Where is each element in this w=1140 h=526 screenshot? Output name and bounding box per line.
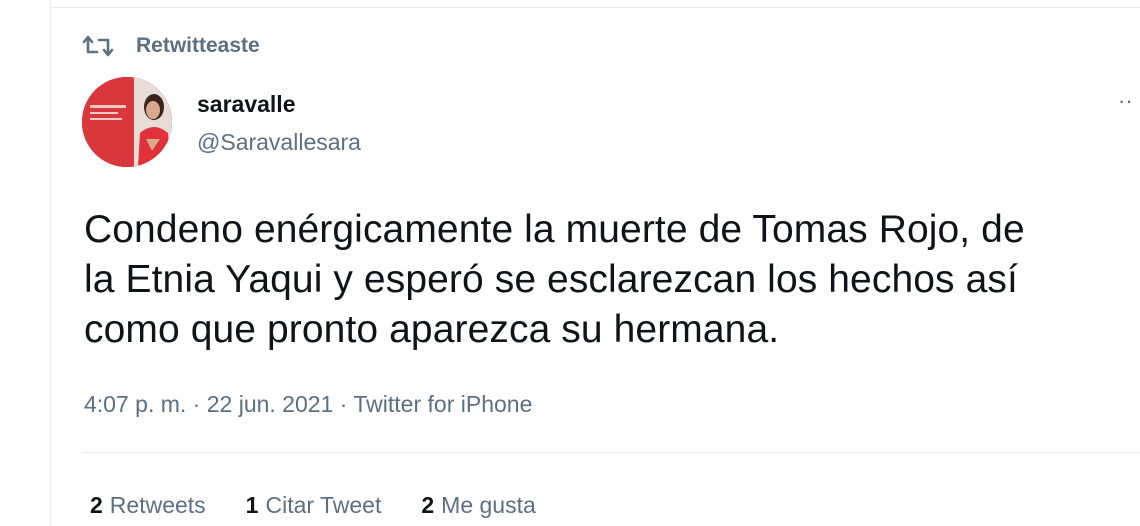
meta-separator: · bbox=[333, 391, 354, 417]
profile-avatar-image bbox=[82, 77, 172, 167]
tweet-date[interactable]: 22 jun. 2021 bbox=[207, 391, 334, 417]
retweet-icon bbox=[82, 31, 114, 61]
meta-separator: · bbox=[186, 391, 207, 417]
stats-divider bbox=[82, 452, 1140, 453]
quotes-label: Citar Tweet bbox=[265, 492, 382, 518]
tweet-metadata: 4:07 p. m. · 22 jun. 2021 · Twitter for … bbox=[84, 391, 532, 418]
retweets-label: Retweets bbox=[109, 492, 206, 518]
tweet-detail-page: Retwitteaste saravalle @Saravallesara ··… bbox=[0, 0, 1140, 526]
tweet-time[interactable]: 4:07 p. m. bbox=[84, 391, 186, 417]
tweet-source: Twitter for iPhone bbox=[353, 391, 533, 417]
likes-label: Me gusta bbox=[441, 492, 536, 518]
top-divider bbox=[50, 7, 1140, 8]
engagement-stats: 2 Retweets 1 Citar Tweet 2 Me gusta bbox=[90, 492, 576, 519]
quotes-count: 1 bbox=[245, 492, 259, 518]
tweet-text: Condeno enérgicamente la muerte de Tomas… bbox=[84, 208, 1025, 351]
likes-count: 2 bbox=[421, 492, 435, 518]
quotes-stat[interactable]: 1 Citar Tweet bbox=[246, 492, 382, 519]
author-display-name[interactable]: saravalle bbox=[197, 91, 295, 118]
column-border bbox=[50, 0, 51, 526]
retweets-count: 2 bbox=[90, 492, 103, 518]
avatar[interactable] bbox=[82, 77, 172, 167]
likes-stat[interactable]: 2 Me gusta bbox=[421, 492, 535, 519]
retweets-stat[interactable]: 2 Retweets bbox=[90, 492, 206, 519]
retweet-context-label: Retwitteaste bbox=[136, 34, 260, 57]
author-handle[interactable]: @Saravallesara bbox=[197, 129, 361, 156]
more-icon[interactable]: ·· bbox=[1118, 92, 1140, 110]
retweet-context[interactable]: Retwitteaste bbox=[82, 31, 260, 61]
